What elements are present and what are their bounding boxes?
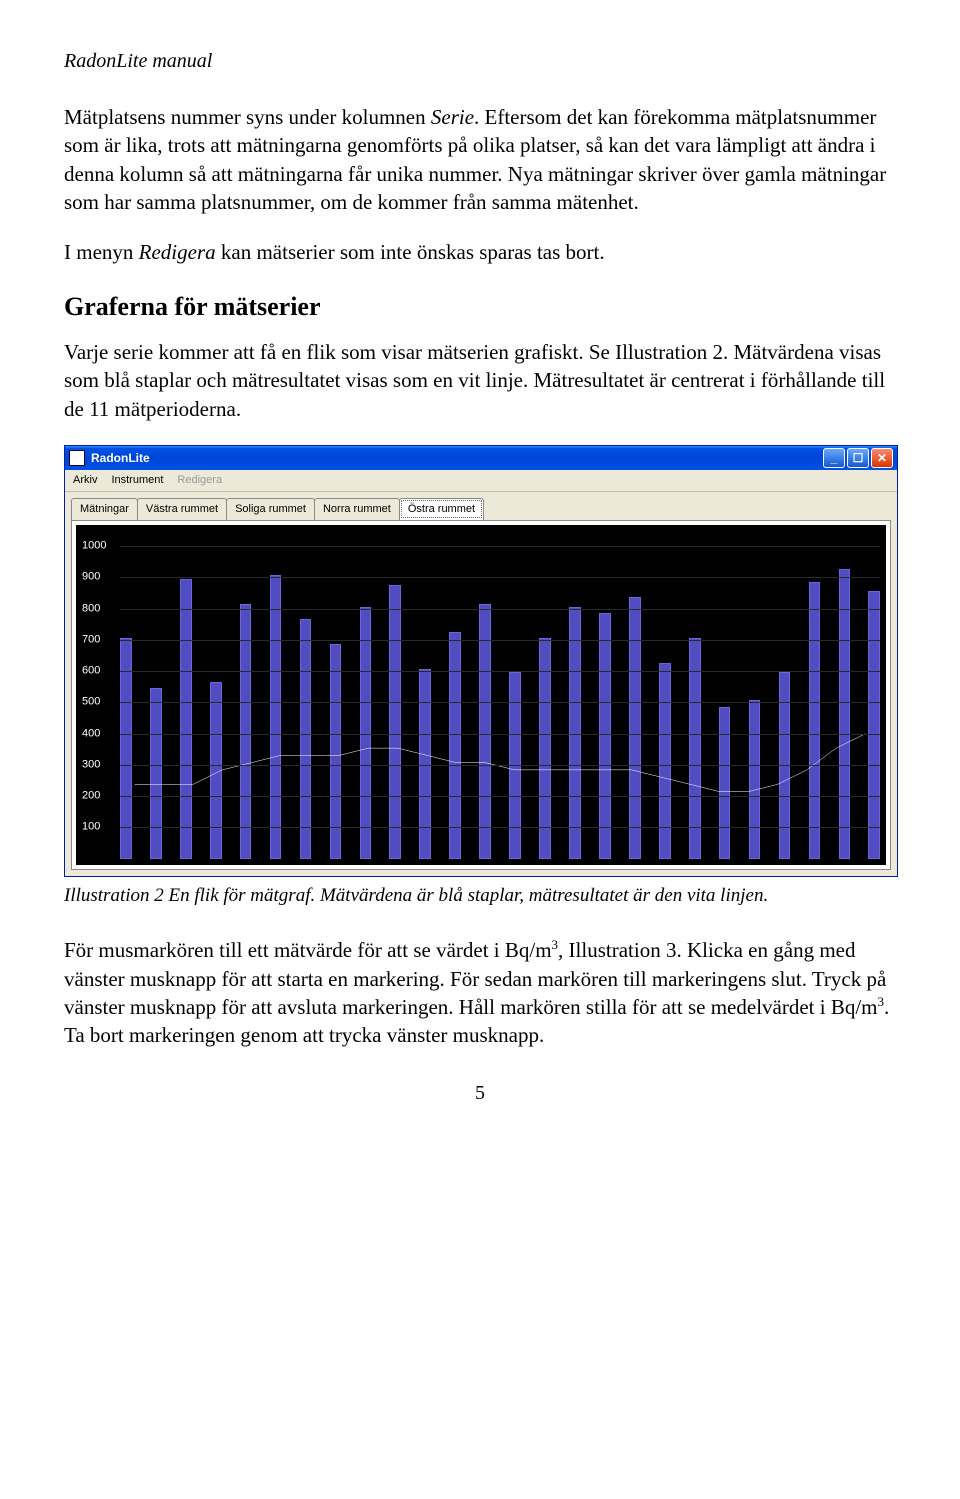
gridline xyxy=(120,609,880,610)
text: Mätplatsens nummer syns under kolumnen xyxy=(64,105,431,129)
paragraph-2: I menyn Redigera kan mätserier som inte … xyxy=(64,238,896,266)
bar[interactable] xyxy=(180,579,192,859)
tab-ostra[interactable]: Östra rummet xyxy=(399,498,484,520)
y-tick-label: 1000 xyxy=(82,539,106,554)
y-tick-label: 600 xyxy=(82,664,100,679)
menu-instrument[interactable]: Instrument xyxy=(111,473,163,488)
menu-arkiv[interactable]: Arkiv xyxy=(73,473,97,488)
gridline xyxy=(120,546,880,547)
gridline xyxy=(120,827,880,828)
chart-panel: 100 200 300 400 500 600 700 800 900 1000 xyxy=(71,520,891,870)
tab-vastra[interactable]: Västra rummet xyxy=(137,498,227,520)
menu-redigera[interactable]: Redigera xyxy=(177,473,222,488)
gridline xyxy=(120,640,880,641)
bar[interactable] xyxy=(719,707,731,859)
y-tick-label: 800 xyxy=(82,601,100,616)
window-title: RadonLite xyxy=(91,450,823,466)
bar[interactable] xyxy=(360,607,372,859)
chart-area[interactable]: 100 200 300 400 500 600 700 800 900 1000 xyxy=(76,525,886,865)
y-tick-label: 700 xyxy=(82,632,100,647)
bar[interactable] xyxy=(389,585,401,859)
menu-bar: Arkiv Instrument Redigera xyxy=(65,470,897,492)
gridline xyxy=(120,702,880,703)
bar[interactable] xyxy=(569,607,581,859)
redigera-emph: Redigera xyxy=(139,240,216,264)
y-tick-label: 200 xyxy=(82,789,100,804)
tab-bar: Mätningar Västra rummet Soliga rummet No… xyxy=(65,492,897,520)
tab-matningar[interactable]: Mätningar xyxy=(71,498,138,520)
bar[interactable] xyxy=(868,591,880,859)
text: kan mätserier som inte önskas sparas tas… xyxy=(216,240,605,264)
app-icon xyxy=(69,450,85,466)
gridline xyxy=(120,577,880,578)
close-button[interactable]: ✕ xyxy=(871,448,893,468)
serie-emph: Serie xyxy=(431,105,474,129)
bar[interactable] xyxy=(300,619,312,858)
page-header: RadonLite manual xyxy=(64,48,896,75)
bar[interactable] xyxy=(419,669,431,858)
tab-norra[interactable]: Norra rummet xyxy=(314,498,400,520)
bar[interactable] xyxy=(599,613,611,859)
text: I menyn xyxy=(64,240,139,264)
bar[interactable] xyxy=(240,604,252,859)
bar[interactable] xyxy=(479,604,491,859)
app-window: RadonLite _ ☐ ✕ Arkiv Instrument Rediger… xyxy=(64,445,898,877)
paragraph-4: För musmarkören till ett mätvärde för at… xyxy=(64,936,896,1049)
paragraph-3: Varje serie kommer att få en flik som vi… xyxy=(64,338,896,423)
bar[interactable] xyxy=(449,632,461,859)
bar[interactable] xyxy=(270,575,282,858)
bar[interactable] xyxy=(839,569,851,858)
y-tick-label: 900 xyxy=(82,570,100,585)
bar[interactable] xyxy=(210,682,222,859)
y-tick-label: 500 xyxy=(82,695,100,710)
tab-soliga[interactable]: Soliga rummet xyxy=(226,498,315,520)
bar[interactable] xyxy=(749,700,761,858)
window-titlebar[interactable]: RadonLite _ ☐ ✕ xyxy=(65,446,897,470)
bar-container xyxy=(120,531,880,859)
bar[interactable] xyxy=(659,663,671,859)
gridline xyxy=(120,765,880,766)
text: För musmarkören till ett mätvärde för at… xyxy=(64,938,552,962)
bar[interactable] xyxy=(150,688,162,859)
maximize-button[interactable]: ☐ xyxy=(847,448,869,468)
illustration-caption: Illustration 2 En flik för mätgraf. Mätv… xyxy=(64,883,896,909)
bar[interactable] xyxy=(629,597,641,858)
page-number: 5 xyxy=(64,1080,896,1107)
y-tick-label: 300 xyxy=(82,757,100,772)
minimize-button[interactable]: _ xyxy=(823,448,845,468)
bar[interactable] xyxy=(809,582,821,859)
y-tick-label: 100 xyxy=(82,820,100,835)
gridline xyxy=(120,734,880,735)
section-heading: Graferna för mätserier xyxy=(64,289,896,324)
y-tick-label: 400 xyxy=(82,726,100,741)
gridline xyxy=(120,671,880,672)
gridline xyxy=(120,796,880,797)
paragraph-1: Mätplatsens nummer syns under kolumnen S… xyxy=(64,103,896,216)
